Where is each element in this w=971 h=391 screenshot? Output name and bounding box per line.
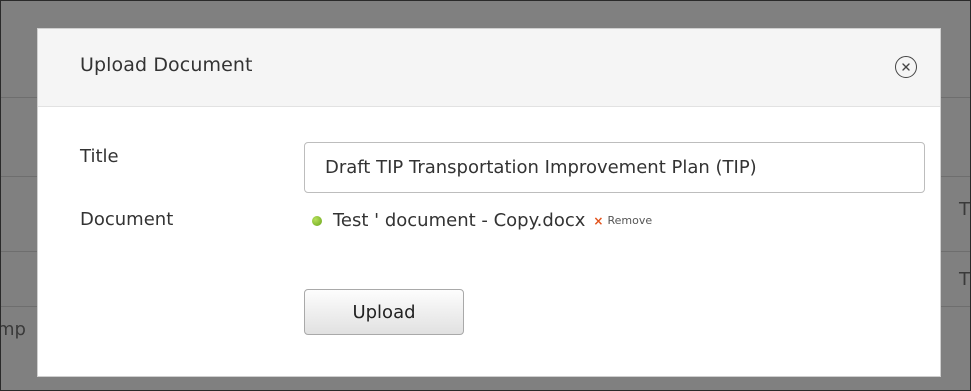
title-input[interactable] [304, 142, 925, 193]
file-name: Test ' document - Copy.docx [333, 210, 586, 231]
close-button[interactable] [895, 56, 917, 78]
upload-document-dialog: Upload Document Title Document Test ' do… [37, 28, 941, 377]
remove-file-link[interactable]: Remove [607, 214, 652, 227]
file-status-icon [312, 215, 322, 226]
attached-file: Test ' document - Copy.docx × Remove [312, 210, 652, 231]
background-text: mp [1, 319, 26, 340]
dialog-title: Upload Document [80, 54, 253, 76]
title-label: Title [80, 146, 119, 167]
close-icon [902, 63, 910, 71]
background-text: T [959, 269, 970, 290]
screen-frame: mp T T Upload Document Title Document Te… [0, 0, 971, 391]
dialog-header: Upload Document [38, 29, 940, 107]
upload-button[interactable]: Upload [304, 289, 464, 335]
remove-icon[interactable]: × [593, 214, 603, 228]
document-label: Document [80, 209, 174, 230]
background-text: T [959, 199, 970, 220]
